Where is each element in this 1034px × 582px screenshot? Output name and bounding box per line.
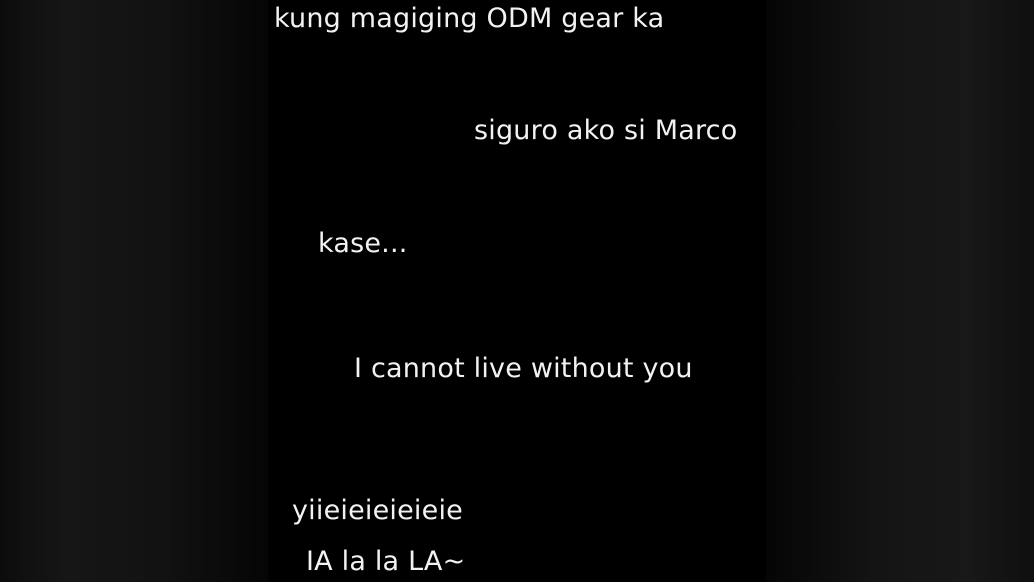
caption-line-4: I cannot live without you: [354, 353, 693, 384]
caption-line-5: yiieieieieieie: [292, 495, 463, 526]
blurred-background-right: [766, 0, 1034, 582]
blurred-background-left: [0, 0, 268, 582]
caption-line-1: kung magiging ODM gear ka: [274, 3, 665, 34]
caption-line-3: kase...: [318, 228, 408, 259]
caption-line-6: IA la la LA~: [306, 546, 466, 577]
video-frame: kung magiging ODM gear ka siguro ako si …: [268, 0, 766, 582]
caption-line-2: siguro ako si Marco: [474, 115, 738, 146]
